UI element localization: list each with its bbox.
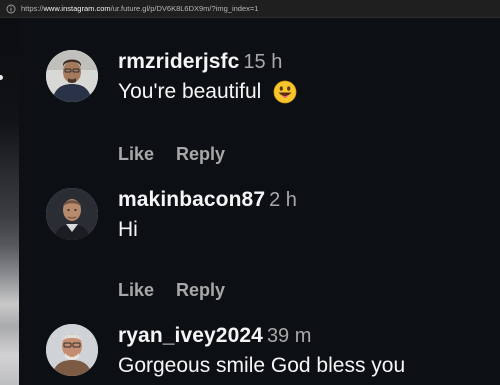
- background-photo-edge: [0, 18, 19, 385]
- url-scheme: https://: [21, 4, 44, 13]
- comment-text-content: Hi: [118, 218, 138, 241]
- like-button[interactable]: Like: [118, 280, 154, 301]
- comment-time[interactable]: 39 m: [267, 325, 311, 347]
- reply-button[interactable]: Reply: [176, 144, 225, 165]
- comment-text-content: Gorgeous smile God bless you: [118, 354, 406, 377]
- comment-username[interactable]: ryan_ivey2024: [118, 324, 263, 347]
- comment-time[interactable]: 2 h: [269, 189, 297, 211]
- carousel-dot: [0, 75, 3, 80]
- address-bar[interactable]: https://www.instagram.com/ur.future.gl/p…: [0, 0, 500, 18]
- url-path: /ur.future.gl/p/DV6K8L6DX9m/?img_index=1: [110, 4, 259, 13]
- page-info-icon[interactable]: [6, 4, 16, 14]
- comment-text-content: You're beautiful: [118, 80, 262, 103]
- url-domain: www.instagram.com: [43, 4, 111, 13]
- comment-time[interactable]: 15 h: [243, 51, 282, 73]
- avatar[interactable]: [46, 188, 98, 240]
- comment-actions: Like Reply: [118, 280, 225, 301]
- comment-username[interactable]: makinbacon87: [118, 188, 265, 211]
- grinning-face-with-tongue-emoji-icon: [273, 80, 297, 104]
- avatar[interactable]: [46, 324, 98, 376]
- url-text[interactable]: https://www.instagram.com/ur.future.gl/p…: [21, 4, 258, 13]
- reply-button[interactable]: Reply: [176, 280, 225, 301]
- comment-text: You're beautiful: [118, 80, 488, 104]
- comment-actions: Like Reply: [118, 144, 225, 165]
- like-button[interactable]: Like: [118, 144, 154, 165]
- avatar[interactable]: [46, 50, 98, 102]
- comments-panel: rmzriderjsfc 15 h You're beautiful Like …: [19, 18, 500, 385]
- comment-username[interactable]: rmzriderjsfc: [118, 50, 239, 73]
- comment-text: Gorgeous smile God bless you: [118, 354, 488, 378]
- comment-text: Hi: [118, 218, 488, 242]
